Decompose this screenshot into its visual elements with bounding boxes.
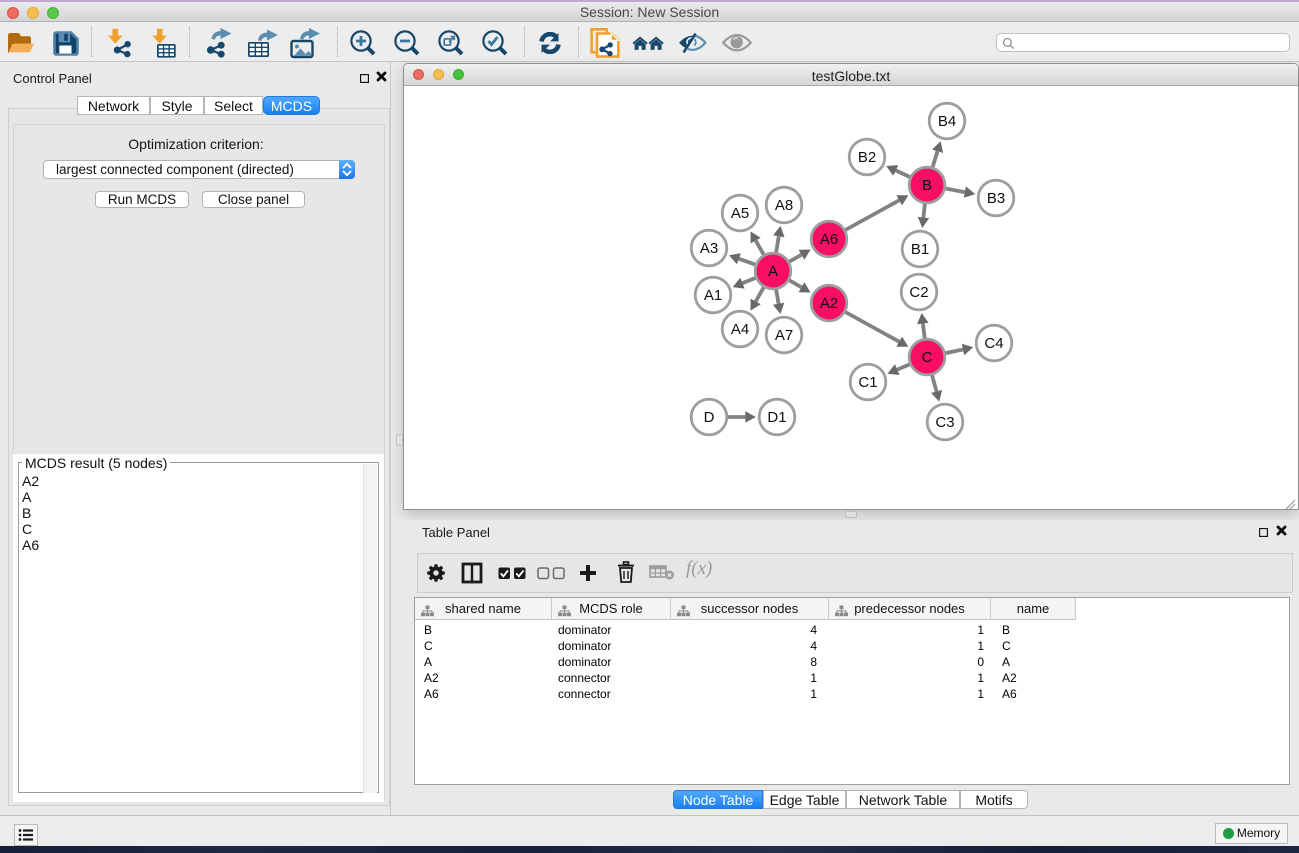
svg-text:B1: B1 (911, 241, 929, 258)
svg-text:A8: A8 (775, 197, 793, 214)
svg-text:A6: A6 (820, 231, 838, 248)
svg-text:A5: A5 (731, 205, 749, 222)
svg-text:A2: A2 (820, 295, 838, 312)
svg-text:A3: A3 (700, 240, 718, 257)
svg-text:A1: A1 (704, 287, 722, 304)
svg-text:B4: B4 (938, 113, 956, 130)
svg-text:C2: C2 (909, 284, 928, 301)
svg-text:C1: C1 (858, 374, 877, 391)
svg-text:B: B (922, 177, 932, 194)
svg-text:A7: A7 (775, 327, 793, 344)
svg-text:C: C (922, 349, 933, 366)
svg-text:D1: D1 (767, 409, 786, 426)
svg-text:B3: B3 (987, 190, 1005, 207)
svg-text:D: D (704, 409, 715, 426)
svg-text:C4: C4 (984, 335, 1003, 352)
svg-text:C3: C3 (935, 414, 954, 431)
svg-text:A4: A4 (731, 321, 749, 338)
svg-text:B2: B2 (858, 149, 876, 166)
svg-text:A: A (768, 263, 778, 280)
